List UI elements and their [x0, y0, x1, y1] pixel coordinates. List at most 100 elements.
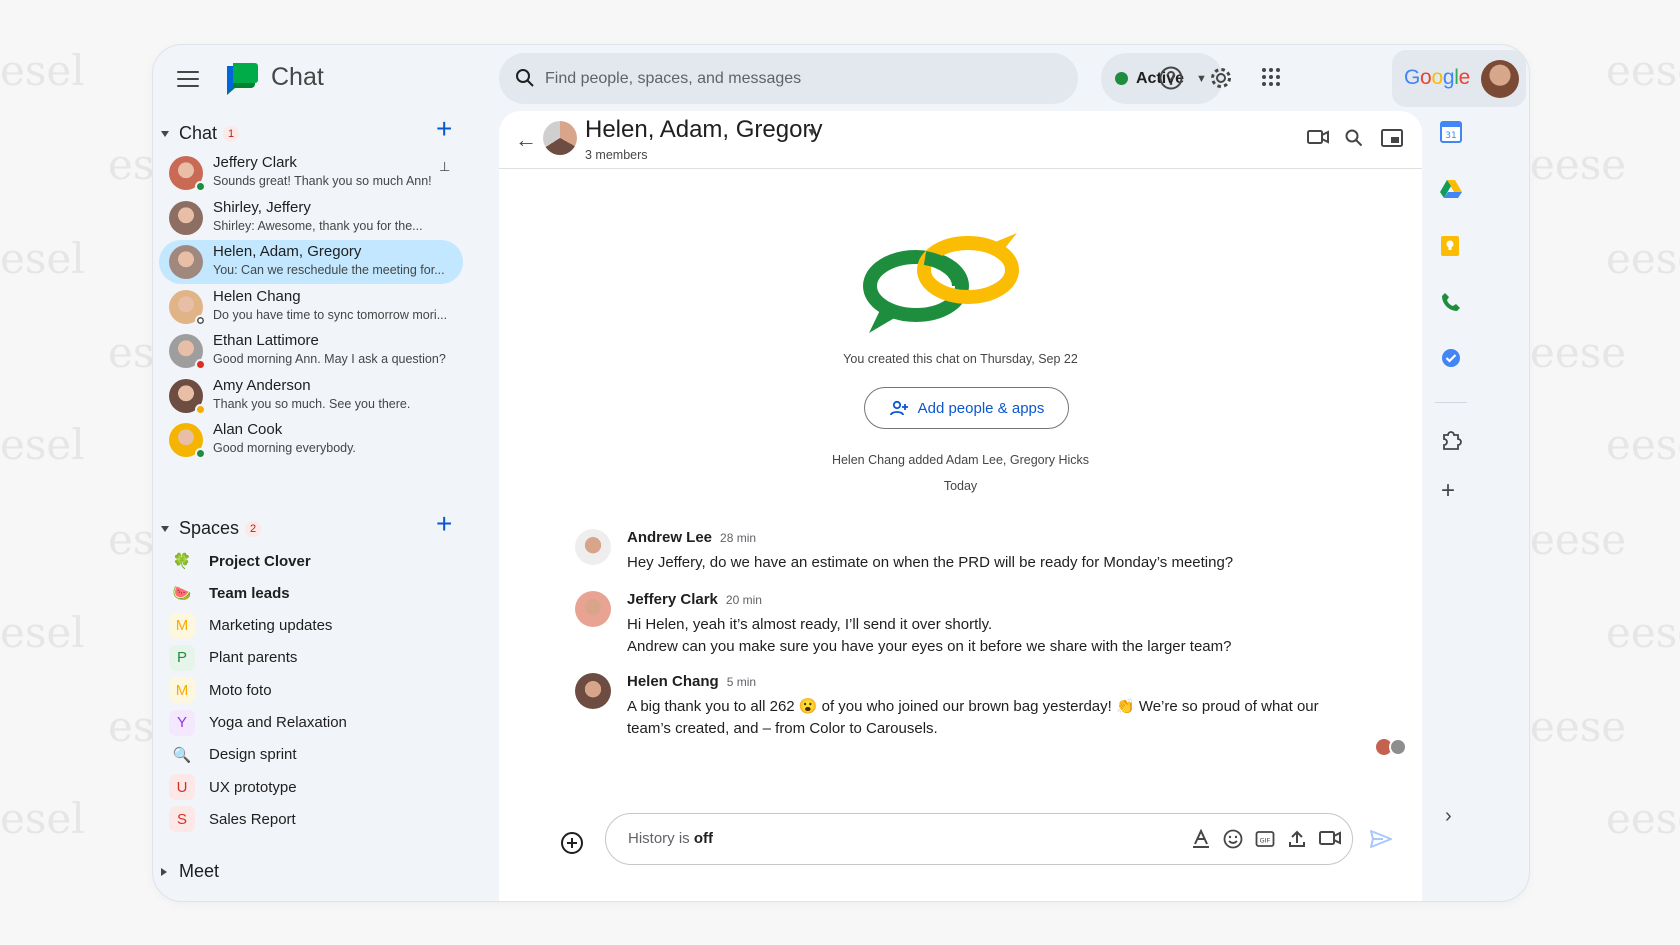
chat-name: Alan Cook	[213, 421, 283, 438]
new-chat-button[interactable]: +	[436, 115, 452, 143]
voice-phone-icon[interactable]	[1440, 291, 1462, 313]
keep-icon[interactable]	[1440, 235, 1460, 257]
watermark-text: esel	[0, 234, 85, 283]
video-meeting-icon[interactable]	[1319, 829, 1341, 847]
message-avatar[interactable]	[575, 673, 611, 709]
space-list-item[interactable]: M Moto foto	[169, 674, 459, 706]
chat-app-window: Chat Active ▼ Google Chat 1 + Jeffery Cl…	[152, 44, 1530, 902]
emoji-icon[interactable]	[1223, 829, 1243, 849]
open-in-pip-icon[interactable]	[1381, 129, 1403, 147]
main-menu-button[interactable]	[177, 71, 199, 87]
watermark-text: eese	[1606, 46, 1680, 95]
space-name: Marketing updates	[209, 617, 333, 635]
chat-bubbles-illustration	[863, 233, 1019, 333]
space-list-item[interactable]: S Sales Report	[169, 803, 459, 835]
watermark-text: esel	[0, 794, 85, 843]
header-divider	[499, 168, 1422, 169]
space-icon: Y	[169, 709, 195, 736]
chat-preview: Good morning Ann. May I ask a question?	[213, 352, 446, 366]
settings-gear-icon[interactable]	[1208, 65, 1234, 91]
message-line: A big thank you to all 262 😮 of you who …	[627, 698, 1319, 715]
space-list-item[interactable]: M Marketing updates	[169, 610, 459, 642]
upload-file-icon[interactable]	[1287, 829, 1307, 849]
message-timestamp: 28 min	[720, 531, 757, 545]
video-call-icon[interactable]	[1307, 129, 1329, 145]
chat-section-header[interactable]: Chat 1	[161, 123, 240, 144]
collapse-triangle-icon	[161, 525, 169, 532]
add-addon-plus-icon[interactable]: +	[1441, 479, 1455, 503]
conversation-title[interactable]: Helen, Adam, Gregory	[585, 116, 822, 144]
space-name: Sales Report	[209, 810, 296, 828]
apps-grid-icon[interactable]	[1259, 65, 1283, 89]
message-avatar[interactable]	[575, 591, 611, 627]
chat-list-item[interactable]: Amy Anderson Thank you so much. See you t…	[159, 374, 463, 418]
chat-list-item[interactable]: Ethan Lattimore Good morning Ann. May I a…	[159, 329, 463, 373]
space-list-item[interactable]: 🔍 Design sprint	[169, 739, 459, 771]
account-switcher[interactable]: Google	[1392, 50, 1526, 107]
message-avatar[interactable]	[575, 529, 611, 565]
presence-indicator	[195, 448, 206, 459]
expand-panel-chevron-icon[interactable]: ›	[1445, 805, 1452, 828]
message-header: Jeffery Clark 20 min	[627, 591, 762, 609]
chat-preview: Do you have time to sync tomorrow mori..…	[213, 307, 448, 322]
space-icon: 🍀	[169, 548, 195, 574]
watermark-text: eese	[1530, 140, 1627, 189]
spaces-section-header[interactable]: Spaces 2	[161, 518, 262, 539]
space-list-item[interactable]: P Plant parents	[169, 642, 459, 674]
pin-icon[interactable]: ⊥	[439, 159, 450, 175]
space-list-item[interactable]: 🍀 Project Clover	[169, 545, 459, 577]
message-author[interactable]: Jeffery Clark	[627, 591, 718, 608]
chat-name: Ethan Lattimore	[213, 332, 319, 349]
search-bar[interactable]	[499, 53, 1078, 104]
message-line: Hi Helen, yeah it’s almost ready, I’ll s…	[627, 616, 993, 633]
watermark-text: eese	[1606, 794, 1680, 843]
back-arrow-icon[interactable]: ←	[515, 127, 537, 153]
help-icon[interactable]	[1158, 65, 1184, 91]
space-list-item[interactable]: Y Yoga and Relaxation	[169, 707, 459, 739]
new-space-button[interactable]: +	[436, 510, 452, 538]
message-author[interactable]: Andrew Lee	[627, 529, 712, 546]
gif-icon[interactable]: GIF	[1255, 829, 1275, 849]
chat-list-item[interactable]: Helen, Adam, Gregory You: Can we reschedu…	[159, 240, 463, 284]
title-chevron-down-icon[interactable]: ▼	[806, 125, 818, 139]
status-dot-icon	[1115, 72, 1128, 85]
calendar-icon[interactable]: 31	[1440, 121, 1462, 143]
message-author[interactable]: Helen Chang	[627, 673, 719, 690]
rail-divider	[1435, 402, 1467, 403]
message-text: A big thank you to all 262 😮 of you who …	[627, 696, 1327, 740]
chat-list-item[interactable]: Alan Cook Good morning everybody.	[159, 418, 463, 462]
space-name: UX prototype	[209, 778, 297, 796]
account-avatar[interactable]	[1481, 60, 1519, 98]
meet-section-header[interactable]: Meet	[161, 861, 219, 882]
message-text: Hi Helen, yeah it’s almost ready, I’ll s…	[627, 614, 1327, 658]
chat-list-item[interactable]: Janice Castro	[159, 463, 463, 464]
search-in-chat-icon[interactable]	[1345, 129, 1363, 147]
space-list-item[interactable]: 🍉 Team leads	[169, 577, 459, 609]
send-icon[interactable]	[1369, 829, 1393, 849]
chat-unread-badge: 1	[223, 125, 240, 142]
chat-list: Jeffery Clark Sounds great! Thank you so …	[159, 151, 463, 463]
spaces-section-label: Spaces	[179, 518, 240, 538]
search-input[interactable]	[545, 53, 1065, 104]
space-list-item[interactable]: U UX prototype	[169, 771, 459, 803]
drive-icon[interactable]	[1440, 179, 1462, 199]
svg-text:GIF: GIF	[1260, 837, 1271, 845]
chat-list-item[interactable]: Jeffery Clark Sounds great! Thank you so …	[159, 151, 463, 195]
presence-indicator	[195, 314, 206, 326]
expand-triangle-icon	[161, 867, 167, 876]
chat-list-item[interactable]: Shirley, Jeffery Shirley: Awesome, thank …	[159, 196, 463, 240]
presence-indicator	[195, 181, 206, 192]
message-composer[interactable]: History is off GIF	[605, 813, 1353, 865]
chat-preview: Thank you so much. See you there.	[213, 396, 411, 411]
tasks-icon[interactable]	[1440, 347, 1462, 369]
svg-text:31: 31	[1445, 131, 1456, 141]
message-input[interactable]	[628, 814, 928, 864]
space-icon: P	[169, 644, 195, 671]
addons-puzzle-icon[interactable]	[1440, 429, 1462, 451]
add-people-apps-button[interactable]: Add people & apps	[864, 387, 1069, 429]
add-attachment-plus-icon[interactable]	[560, 831, 584, 855]
text-format-icon[interactable]	[1191, 829, 1211, 849]
member-count[interactable]: 3 members	[585, 148, 648, 162]
read-receipts-avatars	[1376, 738, 1407, 756]
chat-list-item[interactable]: Helen Chang Do you have time to sync tomo…	[159, 285, 463, 329]
